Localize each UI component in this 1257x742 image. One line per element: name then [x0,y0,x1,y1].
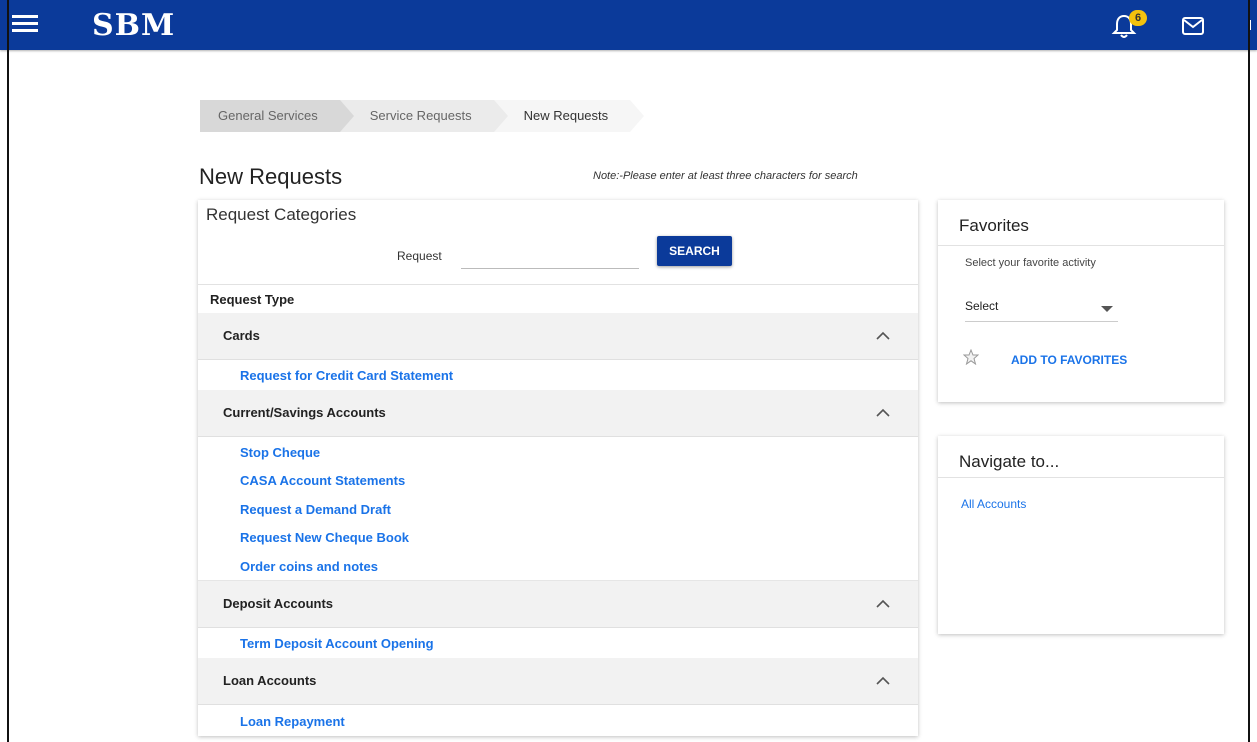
breadcrumb-general-services[interactable]: General Services [200,100,354,132]
request-categories-card: Request Categories Request SEARCH Reques… [198,200,918,736]
divider [938,477,1224,478]
request-type-label: Request Type [210,292,295,307]
chevron-up-icon[interactable] [876,676,890,686]
request-search-label: Request [397,249,442,263]
favorites-subtitle: Select your favorite activity [965,257,1096,269]
star-icon[interactable] [963,349,979,365]
request-item-term-deposit-opening[interactable]: Term Deposit Account Opening [240,636,434,651]
overflow-indicator [1249,20,1251,30]
favorites-title: Favorites [959,216,1029,235]
group-header-cards[interactable]: Cards [198,313,918,360]
page-title: New Requests [199,164,343,189]
hamburger-menu-icon[interactable] [12,15,38,35]
brand-logo[interactable]: SBM [92,8,175,43]
navigate-card: Navigate to... All Accounts [938,436,1224,634]
chevron-up-icon[interactable] [876,408,890,418]
chevron-up-icon[interactable] [876,331,890,341]
notification-count-badge: 6 [1129,10,1147,26]
breadcrumb-service-requests[interactable]: Service Requests [339,100,508,132]
search-note: Note:-Please enter at least three charac… [593,170,858,182]
favorites-card: Favorites Select your favorite activity … [938,200,1224,402]
group-header-loan-accounts[interactable]: Loan Accounts [198,658,918,705]
navigate-title: Navigate to... [959,452,1060,471]
group-name: Deposit Accounts [223,596,334,611]
add-to-favorites-button[interactable]: ADD TO FAVORITES [1011,353,1127,367]
group-name: Loan Accounts [223,673,317,688]
group-name: Current/Savings Accounts [223,405,386,420]
group-name: Cards [223,328,260,343]
request-item-new-cheque-book[interactable]: Request New Cheque Book [240,530,409,545]
request-categories-title: Request Categories [206,205,357,224]
divider [938,245,1224,246]
request-item-casa-statements[interactable]: CASA Account Statements [240,473,405,488]
group-header-deposit-accounts[interactable]: Deposit Accounts [198,581,918,628]
mail-icon[interactable] [1181,16,1205,36]
request-search-input[interactable] [461,244,639,269]
nav-link-all-accounts[interactable]: All Accounts [961,497,1026,511]
breadcrumb: General Services Service Requests New Re… [200,100,644,132]
favorite-activity-select[interactable]: Select [965,299,1118,322]
request-item-credit-card-statement[interactable]: Request for Credit Card Statement [240,368,453,383]
group-header-current-savings[interactable]: Current/Savings Accounts [198,390,918,437]
select-value: Select [965,299,999,313]
breadcrumb-new-requests: New Requests [493,100,644,132]
request-item-demand-draft[interactable]: Request a Demand Draft [240,502,391,517]
request-item-loan-repayment[interactable]: Loan Repayment [240,714,345,729]
request-item-stop-cheque[interactable]: Stop Cheque [240,445,320,460]
dropdown-caret-icon [1101,306,1113,312]
search-button[interactable]: SEARCH [657,236,732,266]
chevron-up-icon[interactable] [876,599,890,609]
request-item-order-coins-notes[interactable]: Order coins and notes [240,559,378,574]
divider [198,284,918,285]
top-app-bar: SBM 6 [0,0,1257,50]
